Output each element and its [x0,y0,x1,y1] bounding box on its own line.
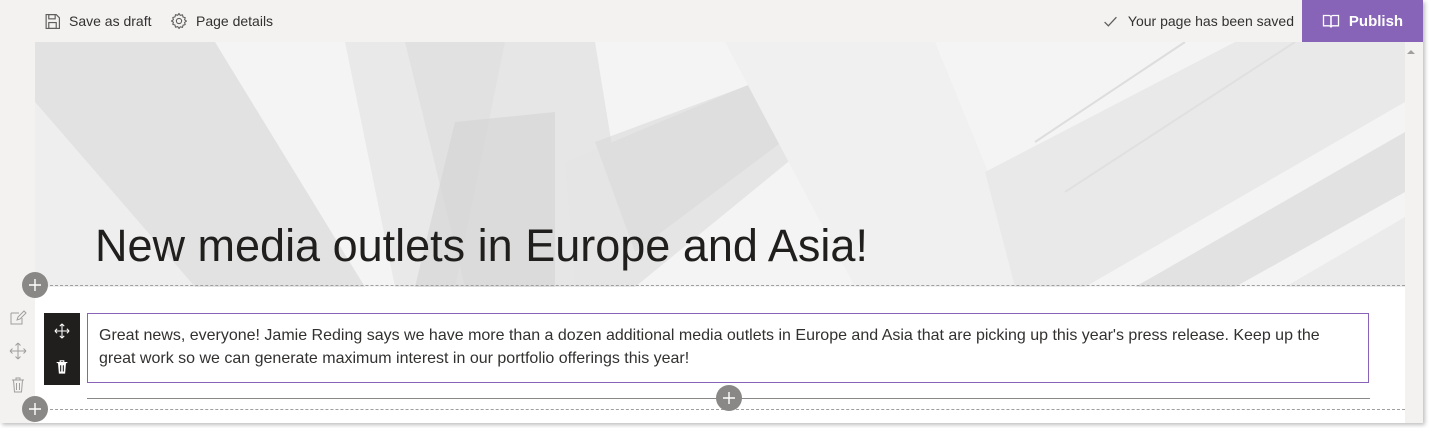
add-section-button-top[interactable] [22,272,48,298]
publish-button[interactable]: Publish [1302,0,1423,42]
text-web-part[interactable]: Great news, everyone! Jamie Reding says … [87,313,1369,383]
floppy-disk-icon [45,13,60,29]
edit-icon[interactable] [9,309,27,327]
add-section-button-bottom[interactable] [22,396,48,422]
trash-icon[interactable] [9,376,27,394]
page-details-label: Page details [196,13,274,29]
page-title[interactable]: New media outlets in Europe and Asia! [95,220,868,272]
page-editor-window: Save as draft Page details Your page has… [0,0,1423,423]
save-as-draft-button[interactable]: Save as draft [44,0,152,42]
plus-icon [29,279,41,291]
save-as-draft-label: Save as draft [69,13,152,29]
move-icon [54,323,70,339]
trash-icon [56,360,68,374]
section-divider [35,285,1405,286]
page-canvas: New media outlets in Europe and Asia! Gr… [35,42,1405,423]
delete-web-part-button[interactable] [44,349,80,385]
open-book-icon [1322,14,1340,28]
section-divider-bottom [35,409,1405,410]
plus-icon [723,392,735,404]
scroll-up-arrow-icon[interactable] [1405,46,1417,58]
command-bar: Save as draft Page details Your page has… [0,0,1423,42]
title-region-banner: New media outlets in Europe and Asia! [35,42,1405,287]
move-web-part-button[interactable] [44,313,80,349]
save-status-text: Your page has been saved [1127,13,1294,29]
web-part-toolbar [44,313,80,385]
gear-icon [170,12,188,30]
page-details-button[interactable]: Page details [170,0,273,42]
plus-icon [29,403,41,415]
move-icon[interactable] [9,342,27,360]
add-web-part-button[interactable] [716,385,742,411]
publish-label: Publish [1348,12,1404,30]
vertical-scrollbar[interactable] [1405,42,1417,423]
checkmark-icon [1104,16,1117,27]
save-status: Your page has been saved [1103,0,1294,42]
